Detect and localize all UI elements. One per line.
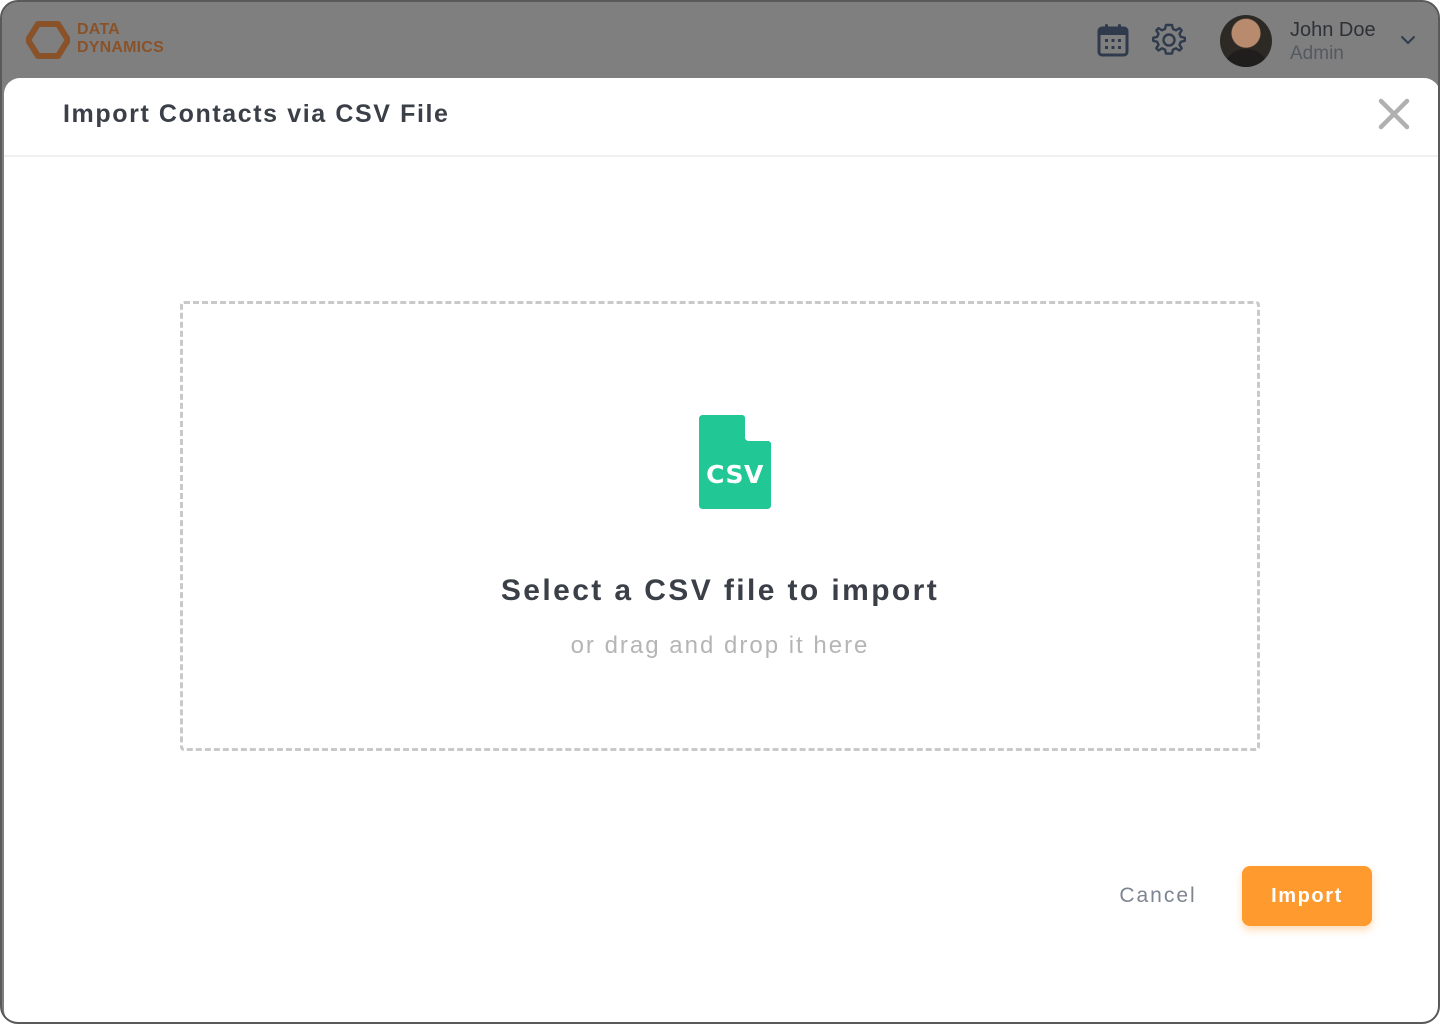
close-icon[interactable] <box>1376 96 1412 132</box>
csv-file-icon: CSV <box>699 415 771 509</box>
user-name[interactable]: John Doe <box>1290 18 1376 42</box>
gear-icon <box>1152 23 1186 55</box>
calendar-button[interactable] <box>1095 22 1131 58</box>
calendar-icon <box>1097 24 1129 57</box>
top-bar: DATA DYNAMICS John Doe Admin <box>2 2 1438 78</box>
csv-icon-label: CSV <box>706 460 764 489</box>
logo-line-1: DATA <box>77 21 120 38</box>
logo-line-2: DYNAMICS <box>77 39 164 56</box>
settings-button[interactable] <box>1151 22 1187 58</box>
avatar[interactable] <box>1220 15 1272 67</box>
logo-text: DATA DYNAMICS <box>77 21 164 57</box>
modal-header: Import Contacts via CSV File <box>4 78 1438 157</box>
file-dropzone[interactable]: CSV Select a CSV file to import or drag … <box>180 301 1260 751</box>
cancel-button[interactable]: Cancel <box>1104 876 1212 916</box>
import-modal: Import Contacts via CSV File CSV Select … <box>4 78 1438 1022</box>
import-button[interactable]: Import <box>1242 866 1372 926</box>
dropzone-title: Select a CSV file to import <box>500 574 940 607</box>
app-window: DATA DYNAMICS John Doe Admin Import Cont… <box>0 0 1440 1024</box>
user-role: Admin <box>1290 43 1344 64</box>
dropzone-subtitle: or drag and drop it here <box>570 632 870 659</box>
modal-title: Import Contacts via CSV File <box>63 100 450 128</box>
logo-icon <box>26 21 70 59</box>
chevron-down-icon[interactable] <box>1398 30 1418 50</box>
